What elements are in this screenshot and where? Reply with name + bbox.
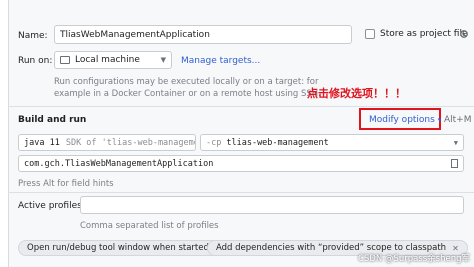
jdk-select[interactable]: java 11 SDK of 'tlias-web-manageme ▼ [18,134,196,151]
modify-options-link[interactable]: Modify options ▾ [369,115,441,125]
active-profiles-label: Active profiles: [18,201,85,211]
modify-options-shortcut: Alt+M [444,115,472,125]
run-on-hint-line2: example in a Docker Container or on a re… [54,89,321,99]
main-class-value: com.gch.TliasWebManagementApplication [24,158,214,169]
chevron-down-icon: ▼ [160,56,166,64]
chip-label: Open run/debug tool window when started [27,243,209,253]
run-on-value: Local machine [75,55,140,65]
store-checkbox[interactable] [365,29,375,39]
section-divider [8,106,474,107]
build-and-run-title: Build and run [18,115,87,125]
main-class-input[interactable]: com.gch.TliasWebManagementApplication [18,155,464,172]
manage-targets-link[interactable]: Manage targets... [181,56,260,66]
jdk-sdk-label: SDK of 'tlias-web-manageme [65,137,196,148]
name-input-value: TliasWebManagementApplication [60,29,210,40]
name-input[interactable]: TliasWebManagementApplication [54,25,352,44]
chevron-down-icon: ▾ [437,116,442,124]
cp-module: tlias-web-management [226,137,329,148]
browse-icon[interactable] [451,159,458,168]
run-on-hint-line1: Run configurations may be executed local… [54,77,319,87]
section-divider [8,192,474,193]
run-on-select[interactable]: Local machine ▼ [54,51,172,69]
modify-options-label: Modify options [369,115,435,125]
gear-icon[interactable] [459,26,469,42]
jdk-version: java 11 [24,137,60,148]
classpath-module-select[interactable]: -cp tlias-web-management ▼ [200,134,464,151]
store-label: Store as project file [380,29,468,39]
active-profiles-input[interactable] [80,196,464,214]
store-as-project-file[interactable]: Store as project file [365,29,468,39]
field-hints-text: Press Alt for field hints [18,179,114,189]
name-label: Name: [18,31,48,41]
run-on-hint: Run configurations may be executed local… [54,76,321,100]
watermark: CSDN @Surpass余sheng军 [358,254,471,264]
monitor-icon [60,56,70,64]
cp-flag: -cp [206,137,222,148]
option-chip-open-tool-window: Open run/debug tool window when started … [18,240,231,256]
chevron-down-icon: ▼ [453,138,458,147]
left-config-tree-strip [0,0,9,267]
annotation-text: 点击修改选项！！！ [307,87,406,100]
active-profiles-hint: Comma separated list of profiles [80,221,219,231]
run-on-label: Run on: [18,56,53,66]
